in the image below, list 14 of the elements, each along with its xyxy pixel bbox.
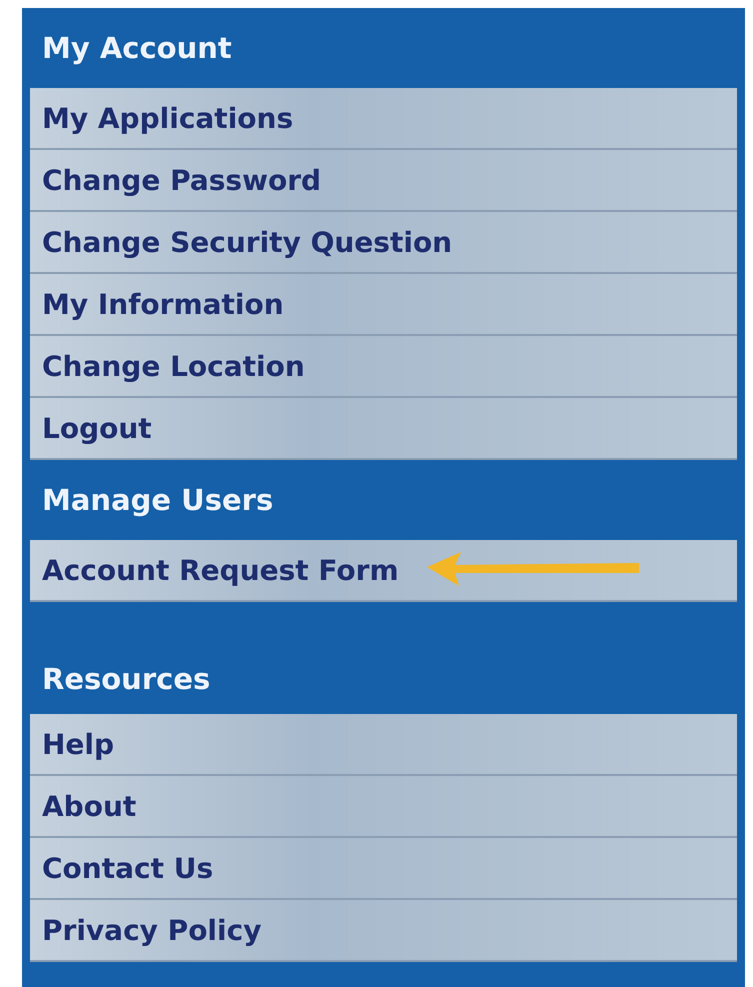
menu-link[interactable]: Help: [30, 714, 737, 776]
section-heading: Manage Users: [42, 483, 274, 517]
menu-link[interactable]: Change Security Question: [30, 212, 737, 274]
section-heading: My Account: [42, 31, 232, 65]
menu-link[interactable]: My Information: [30, 274, 737, 336]
section-heading: Resources: [42, 662, 210, 696]
menu-link[interactable]: Change Password: [30, 150, 737, 212]
menu-link[interactable]: Change Location: [30, 336, 737, 398]
menu-link[interactable]: Contact Us: [30, 838, 737, 900]
menu-link[interactable]: Account Request Form: [30, 540, 737, 602]
menu-link[interactable]: My Applications: [30, 88, 737, 150]
menu-link[interactable]: Privacy Policy: [30, 900, 737, 962]
menu-link[interactable]: About: [30, 776, 737, 838]
menu-link[interactable]: Logout: [30, 398, 737, 460]
